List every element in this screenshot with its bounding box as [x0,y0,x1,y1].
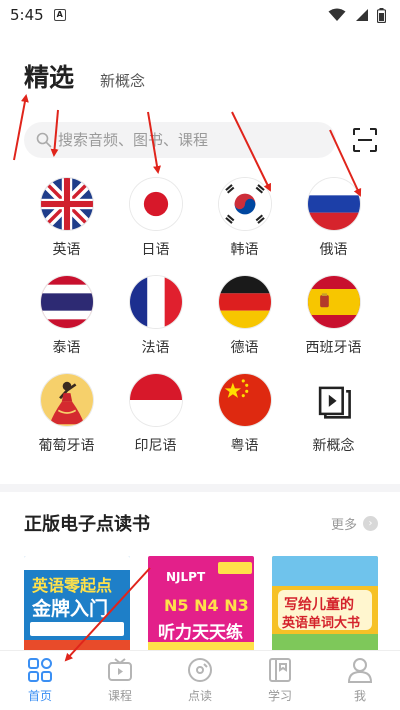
language-label: 泰语 [52,340,81,356]
language-label: 英语 [52,242,81,258]
nav-label: 点读 [187,689,212,703]
book-cover[interactable]: 英语零起点 金牌入门 [24,556,130,652]
tab-new-concept[interactable]: 新概念 [100,70,145,91]
language-label: 新概念 [312,438,355,454]
ebook-list: 英语零起点 金牌入门 NJLPT N5 N4 N3 听力天天练 写给儿童的 英语… [24,556,400,652]
tab-featured[interactable]: 精选 [24,58,74,94]
nav-study[interactable]: 学习 [240,651,320,710]
language-label: 俄语 [319,242,348,258]
book-icon [269,658,291,682]
section-divider [0,484,400,492]
germany-flag-icon [218,276,271,328]
language-indonesian[interactable]: 印尼语 [111,374,200,456]
language-label: 印尼语 [134,438,177,454]
language-label: 日语 [141,242,170,258]
book-title-line1: 写给儿童的 [284,597,354,613]
language-portuguese[interactable]: 葡萄牙语 [22,374,111,456]
language-label: 德语 [230,340,259,356]
search-bar[interactable] [24,122,336,158]
korea-flag-icon [218,178,271,230]
nav-label: 我 [353,689,366,703]
status-bar: 5:45 A [0,0,400,30]
notification-icon: A [53,9,66,21]
more-label: 更多 [330,517,357,533]
language-german[interactable]: 德语 [200,276,289,358]
spain-flag-icon [307,276,360,328]
book-brand: NJLPT [166,570,206,584]
search-icon [36,132,52,148]
chevron-right-icon: › [363,515,378,531]
language-cantonese[interactable]: 粤语 [200,374,289,456]
language-russian[interactable]: 俄语 [289,178,378,260]
book-title-line1: 英语零起点 [32,576,113,595]
language-label: 韩语 [230,242,259,258]
uk-flag-icon [40,178,93,230]
language-new-concept[interactable]: 新概念 [289,374,378,456]
tv-icon [108,658,132,681]
language-japanese[interactable]: 日语 [111,178,200,260]
language-label: 西班牙语 [305,340,362,356]
cell-signal-icon [356,9,368,21]
language-label: 法语 [141,340,170,356]
language-grid: 英语 日语 韩语 俄语 泰语 法语 德语 西班牙语 葡萄牙语 印尼语 粤语 新概… [22,178,378,456]
language-label: 粤语 [230,438,259,454]
japan-flag-icon [129,178,182,230]
nav-label: 学习 [267,689,292,703]
video-book-icon [307,374,360,426]
language-french[interactable]: 法语 [111,276,200,358]
wifi-icon [328,8,346,21]
ebook-section-header: 正版电子点读书 更多 › [24,510,378,536]
book-title-line2: 金牌入门 [32,598,109,620]
more-link[interactable]: 更多 › [331,514,378,533]
search-input[interactable] [58,131,318,149]
nav-label: 课程 [107,689,132,703]
language-korean[interactable]: 韩语 [200,178,289,260]
disc-pen-icon [188,658,212,682]
book-cover[interactable]: 写给儿童的 英语单词大书 [272,556,378,652]
france-flag-icon [129,276,182,328]
status-time: 5:45 [10,6,44,24]
portuguese-dancer-icon [40,374,93,426]
scan-icon[interactable] [352,127,378,153]
russia-flag-icon [307,178,360,230]
top-tabs: 精选 新概念 [24,58,145,94]
section-title: 正版电子点读书 [24,514,150,535]
book-title-line1: N5 N4 N3 [164,596,249,615]
book-cover[interactable]: NJLPT N5 N4 N3 听力天天练 [148,556,254,652]
nav-courses[interactable]: 课程 [80,651,160,710]
nav-home[interactable]: 首页 [0,651,80,710]
annotation-arrow [13,94,29,161]
bottom-nav: 首页 课程 点读 学习 我 [0,650,400,710]
language-label: 葡萄牙语 [38,438,95,454]
user-icon [347,658,373,683]
nav-label: 首页 [27,689,52,703]
language-english[interactable]: 英语 [22,178,111,260]
status-icons [328,7,386,23]
language-thai[interactable]: 泰语 [22,276,111,358]
indonesia-flag-icon [129,374,182,426]
book-title-line2: 英语单词大书 [282,616,361,631]
home-grid-icon [28,658,52,682]
battery-icon [377,7,386,23]
book-title-line2: 听力天天练 [158,623,243,643]
china-flag-icon [218,374,271,426]
language-spanish[interactable]: 西班牙语 [289,276,378,358]
nav-read-aloud[interactable]: 点读 [160,651,240,710]
nav-me[interactable]: 我 [320,651,400,710]
thailand-flag-icon [40,276,93,328]
